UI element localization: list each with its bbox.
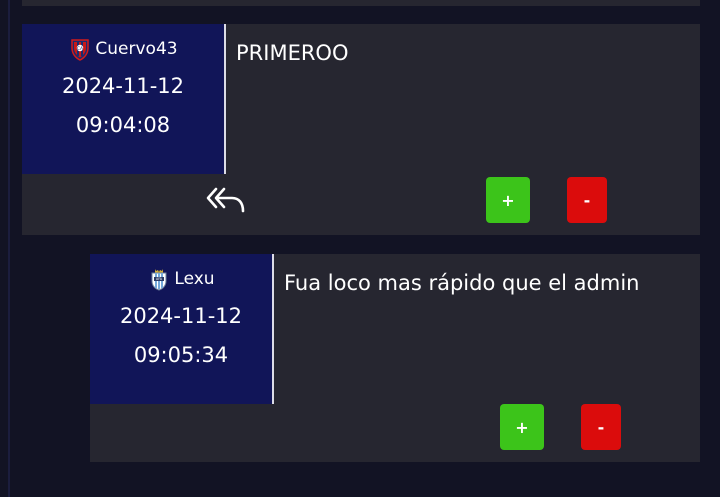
comment-author[interactable]: CA Cuervo43 (22, 36, 224, 62)
thread-rule (8, 0, 10, 497)
comment-actions: + - (22, 175, 700, 235)
san-lorenzo-crest-icon: CA (71, 39, 90, 61)
comment-card: CA Cuervo43 2024-11-12 09:04:08 PRIMEROO… (22, 24, 700, 235)
comment-text: PRIMEROO (236, 41, 349, 65)
upvote-button[interactable]: + (486, 177, 530, 223)
comments-page: CA Cuervo43 2024-11-12 09:04:08 PRIMEROO… (0, 0, 720, 497)
upvote-button[interactable]: + (500, 404, 544, 450)
comment-date: 2024-11-12 (119, 304, 243, 328)
comment-date: 2024-11-12 (61, 74, 185, 98)
comment-author-panel: CA Cuervo43 2024-11-12 09:04:08 (22, 24, 226, 174)
comment-username[interactable]: Cuervo43 (95, 39, 177, 59)
previous-comment-card (22, 0, 700, 6)
comment-time: 09:04:08 (75, 113, 171, 137)
comment-author[interactable]: AFA Lexu (90, 266, 272, 292)
svg-text:CA: CA (77, 46, 84, 52)
comment-time: 09:05:34 (133, 343, 229, 367)
argentina-crest-icon: AFA (151, 269, 167, 291)
comment-actions: + - (90, 402, 700, 462)
svg-text:AFA: AFA (156, 277, 163, 281)
downvote-button[interactable]: - (581, 404, 621, 450)
comment-text: Fua loco mas rápido que el admin (284, 271, 640, 295)
reply-all-icon[interactable] (206, 185, 246, 215)
downvote-button[interactable]: - (567, 177, 607, 223)
comment-author-panel: AFA Lexu 2024-11-12 09:05:34 (90, 254, 274, 404)
comment-username[interactable]: Lexu (174, 269, 214, 289)
reply-comment-card: AFA Lexu 2024-11-12 09:05:34 Fua loco ma… (90, 254, 700, 462)
